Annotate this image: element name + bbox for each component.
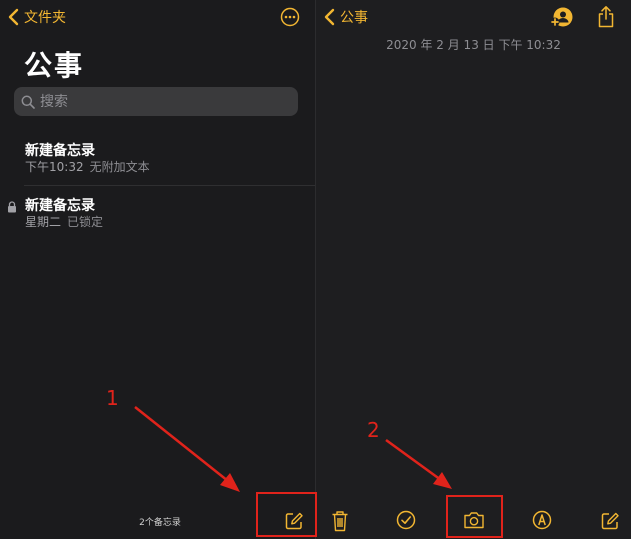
note-preview: 已锁定: [67, 215, 104, 229]
highlight-box-compose: [256, 492, 317, 537]
note-editor-pane: 公事 2020 年 2 月 13 日 下午 10:32: [316, 0, 631, 539]
annotation-label-2: 2: [367, 418, 380, 442]
note-count: 2个备忘录: [139, 518, 181, 528]
note-timestamp: 2020 年 2 月 13 日 下午 10:32: [386, 38, 561, 52]
note-subtitle: 下午10:32 无附加文本: [25, 158, 150, 175]
search-input[interactable]: [38, 92, 282, 111]
share-icon[interactable]: [596, 5, 616, 29]
divider: [24, 185, 316, 186]
note-title: 新建备忘录: [25, 143, 95, 159]
highlight-box-camera: [446, 495, 503, 538]
note-preview: 无附加文本: [89, 160, 150, 174]
back-label: 公事: [340, 10, 368, 26]
note-title: 新建备忘录: [25, 198, 95, 214]
chevron-left-icon: [8, 8, 19, 26]
search-icon: [21, 95, 35, 109]
note-list-item[interactable]: 新建备忘录 星期二 已锁定: [0, 189, 316, 241]
back-to-folders-button[interactable]: 文件夹: [6, 7, 66, 27]
note-time: 下午10:32: [25, 160, 84, 174]
note-time: 星期二: [25, 215, 62, 229]
chevron-left-icon: [324, 8, 335, 26]
search-bar[interactable]: [14, 87, 298, 116]
note-list-pane: 文件夹 公事 新建备忘录 下午10:32 无附加文本 新建备忘录 星期二已锁定 2…: [0, 0, 316, 539]
ellipsis-circle-icon[interactable]: [280, 7, 300, 27]
note-list-item[interactable]: 新建备忘录 下午10:32 无附加文本: [0, 134, 316, 186]
trash-icon[interactable]: [331, 510, 349, 532]
add-person-icon[interactable]: [550, 6, 574, 28]
back-to-list-button[interactable]: 公事: [322, 7, 368, 27]
checklist-icon[interactable]: [396, 510, 416, 530]
markup-icon[interactable]: [532, 510, 552, 530]
lock-icon: [8, 201, 16, 213]
back-label: 文件夹: [24, 10, 66, 26]
folder-title: 公事: [24, 49, 85, 82]
note-subtitle: 星期二 已锁定: [25, 213, 103, 230]
compose-icon[interactable]: [600, 511, 620, 531]
annotation-label-1: 1: [106, 386, 119, 410]
